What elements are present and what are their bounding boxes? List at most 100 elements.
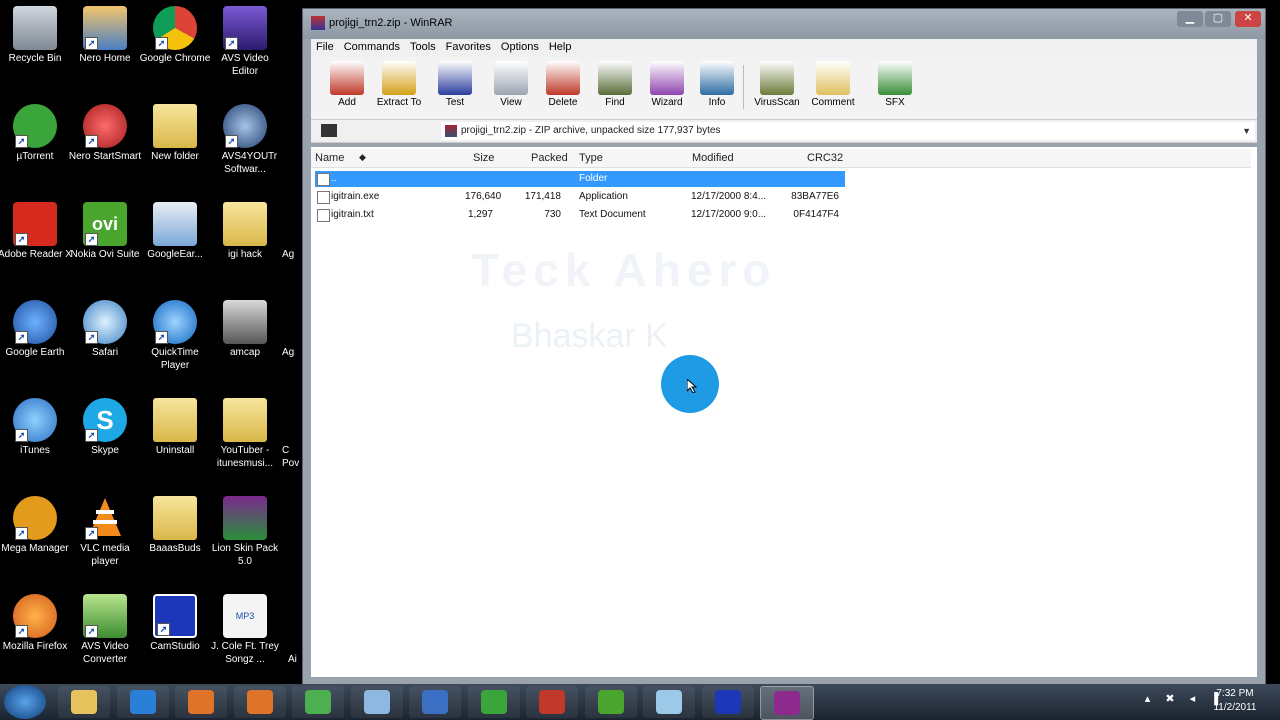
- taskbar-internet-explorer[interactable]: [116, 686, 169, 718]
- menu-file[interactable]: File: [311, 39, 339, 55]
- youtuber-folder[interactable]: YouTuber - itunesmusi...: [207, 398, 283, 470]
- toolbar-comment-button[interactable]: Comment: [807, 61, 859, 108]
- cell-size: 176,640: [465, 191, 502, 202]
- google-earth-installer[interactable]: GoogleEar...: [137, 202, 213, 261]
- column-size[interactable]: Size: [473, 152, 494, 164]
- camstudio-icon: [714, 690, 741, 714]
- taskbar-windows-media-player[interactable]: [175, 686, 227, 718]
- taskbar-notepad[interactable]: [643, 686, 695, 718]
- column-crc32[interactable]: CRC32: [807, 152, 843, 164]
- google-earth-shortcut[interactable]: ➚ Google Earth: [0, 300, 73, 359]
- cell-packed: 171,418: [524, 191, 561, 202]
- avs4you-shortcut[interactable]: ➚ AVS4YOU Softwar...: [207, 104, 283, 176]
- recycle-bin-shortcut[interactable]: Recycle Bin: [0, 6, 73, 65]
- extract-to-icon: [382, 61, 416, 95]
- taskbar-winrar[interactable]: [760, 686, 814, 720]
- nokia-ovi-icon: ovi ➚: [83, 202, 127, 246]
- maximize-button[interactable]: ▢: [1205, 11, 1231, 27]
- menu-favorites[interactable]: Favorites: [441, 39, 496, 55]
- folder-icon: [153, 496, 197, 540]
- toolbar-virusscan-button[interactable]: VirusScan: [751, 61, 803, 108]
- toolbar-sfx-button[interactable]: SFX: [869, 61, 921, 108]
- nero-startsmart-shortcut[interactable]: ➚ Nero StartSmart: [67, 104, 143, 163]
- toolbar-label: Add: [338, 97, 356, 108]
- adobe-reader-icon: ➚: [13, 202, 57, 246]
- itunes-shortcut[interactable]: ➚ iTunes: [0, 398, 73, 457]
- cell-name: igitrain.txt: [331, 209, 374, 220]
- mp3-file[interactable]: MP3 J. Cole Ft. Trey Songz ...: [207, 594, 283, 666]
- toolbar-find-button[interactable]: Find: [589, 61, 641, 108]
- chevron-down-icon[interactable]: ▼: [1242, 122, 1251, 140]
- uninstall-folder[interactable]: Uninstall: [137, 398, 213, 457]
- file-row[interactable]: .. Folder: [315, 171, 845, 187]
- column-type[interactable]: Type: [579, 152, 603, 164]
- adobe-reader-shortcut[interactable]: ➚ Adobe Reader X: [0, 202, 73, 261]
- lion-skin-pack-shortcut[interactable]: Lion Skin Pack 5.0: [207, 496, 283, 568]
- address-field[interactable]: projigi_trn2.zip - ZIP archive, unpacked…: [441, 122, 1255, 140]
- google-chrome-shortcut[interactable]: ➚ Google Chrome: [137, 6, 213, 65]
- safari-shortcut[interactable]: ➚ Safari: [67, 300, 143, 359]
- taskbar-nokia-ovi-suite[interactable]: [584, 686, 637, 718]
- test-icon: [438, 61, 472, 95]
- column-name[interactable]: Name: [315, 152, 344, 164]
- menu-tools[interactable]: Tools: [405, 39, 441, 55]
- toolbar-add-button[interactable]: Add: [321, 61, 373, 108]
- cell-crc: 83BA77E6: [791, 191, 839, 202]
- taskbar-windows-explorer[interactable]: [58, 686, 110, 718]
- mega-manager-shortcut[interactable]: ➚ Mega Manager: [0, 496, 73, 555]
- avs-video-converter-shortcut[interactable]: ➚ AVS Video Converter: [67, 594, 143, 666]
- quicktime-shortcut[interactable]: ➚ QuickTime Player: [137, 300, 213, 372]
- title-bar[interactable]: projigi_trn2.zip - WinRAR ▁ ▢ ✕: [303, 9, 1265, 39]
- toolbar-info-button[interactable]: Info: [691, 61, 743, 108]
- amcap-shortcut[interactable]: amcap: [207, 300, 283, 359]
- toolbar-delete-button[interactable]: Delete: [537, 61, 589, 108]
- menu-commands[interactable]: Commands: [339, 39, 405, 55]
- nokia-ovi-suite-shortcut[interactable]: ovi ➚ Nokia Ovi Suite: [67, 202, 143, 261]
- toolbar-wizard-button[interactable]: Wizard: [641, 61, 693, 108]
- firefox-shortcut[interactable]: ➚ Mozilla Firefox: [0, 594, 73, 653]
- menu-options[interactable]: Options: [496, 39, 544, 55]
- taskbar-safari[interactable]: [350, 686, 403, 718]
- installer-icon: [153, 202, 197, 246]
- skype-shortcut[interactable]: S ➚ Skype: [67, 398, 143, 457]
- cell-name: igitrain.exe: [331, 191, 380, 202]
- avs-converter-icon: ➚: [83, 594, 127, 638]
- taskbar-google-chrome[interactable]: [292, 686, 344, 718]
- avs-video-editor-shortcut[interactable]: ➚ AVS Video Editor: [207, 6, 283, 78]
- utorrent-shortcut[interactable]: ➚ µTorrent: [0, 104, 73, 163]
- file-row[interactable]: igitrain.exe 176,640 171,418 Application 12/…: [315, 189, 845, 205]
- toolbar-view-button[interactable]: View: [485, 61, 537, 108]
- new-folder[interactable]: New folder: [137, 104, 213, 163]
- nero-home-shortcut[interactable]: ➚ Nero Home: [67, 6, 143, 65]
- nero-startsmart-icon: ➚: [83, 104, 127, 148]
- toolbar-test-button[interactable]: Test: [429, 61, 481, 108]
- baaasbuds-folder[interactable]: BaaasBuds: [137, 496, 213, 555]
- clock[interactable]: 7:32 PM 11/2/2011: [1210, 687, 1260, 715]
- taskbar-itunes[interactable]: [409, 686, 461, 718]
- delete-icon: [546, 61, 580, 95]
- igi-hack-folder[interactable]: igi hack: [207, 202, 283, 261]
- file-row[interactable]: igitrain.txt 1,297 730 Text Document 12/17/2…: [315, 207, 845, 223]
- clock-time: 7:32 PM: [1216, 688, 1254, 699]
- close-button[interactable]: ✕: [1235, 11, 1261, 27]
- taskbar--torrent[interactable]: [467, 686, 520, 718]
- column-modified[interactable]: Modified: [692, 152, 734, 164]
- nokia-ovi-suite-icon: [597, 690, 624, 714]
- vlc-shortcut[interactable]: ➚ VLC media player: [67, 496, 143, 568]
- toolbar: Add Extract To Test View Delete Find Wizard Inf…: [311, 57, 1257, 120]
- up-folder-button[interactable]: [321, 124, 337, 137]
- folder-icon: [223, 202, 267, 246]
- avs-editor-icon: ➚: [223, 6, 267, 50]
- start-button[interactable]: [4, 685, 46, 719]
- taskbar-camstudio[interactable]: [701, 686, 754, 718]
- camstudio-shortcut[interactable]: ➚ CamStudio: [137, 594, 213, 653]
- menu-help[interactable]: Help: [544, 39, 577, 55]
- minimize-button[interactable]: ▁: [1177, 11, 1203, 27]
- taskbar-mozilla-firefox[interactable]: [233, 686, 286, 718]
- camstudio-icon: ➚: [153, 594, 197, 638]
- toolbar-label: Delete: [548, 97, 578, 108]
- toolbar-extract-to-button[interactable]: Extract To: [373, 61, 425, 108]
- toolbar-label: VirusScan: [754, 97, 800, 108]
- column-packed[interactable]: Packed: [531, 152, 568, 164]
- taskbar-nero[interactable]: [526, 686, 578, 718]
